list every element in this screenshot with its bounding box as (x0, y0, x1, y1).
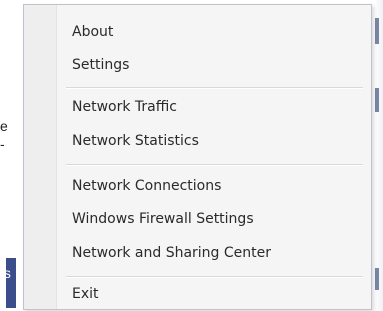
background-window-edge (375, 268, 379, 290)
menu-item-network-statistics[interactable]: Network Statistics (72, 129, 365, 153)
menu-item-network-traffic[interactable]: Network Traffic (72, 95, 365, 119)
menu-separator (66, 87, 363, 89)
background-text-fragment: ts (0, 265, 11, 281)
menu-separator (66, 276, 363, 278)
background-text-fragment: e (0, 118, 8, 134)
menu-item-network-and-sharing-center[interactable]: Network and Sharing Center (72, 241, 365, 265)
menu-item-exit[interactable]: Exit (72, 282, 365, 306)
context-menu: About Settings Network Traffic Network S… (23, 4, 372, 310)
menu-item-about[interactable]: About (72, 20, 365, 44)
menu-icon-gutter (24, 5, 57, 309)
background-window-edge (375, 0, 383, 311)
menu-item-settings[interactable]: Settings (72, 53, 365, 77)
menu-item-windows-firewall-settings[interactable]: Windows Firewall Settings (72, 207, 365, 231)
menu-separator (66, 164, 363, 166)
background-window-edge (375, 18, 379, 44)
background-text-fragment: - (0, 136, 5, 152)
background-window-edge (375, 88, 379, 112)
menu-item-network-connections[interactable]: Network Connections (72, 174, 365, 198)
